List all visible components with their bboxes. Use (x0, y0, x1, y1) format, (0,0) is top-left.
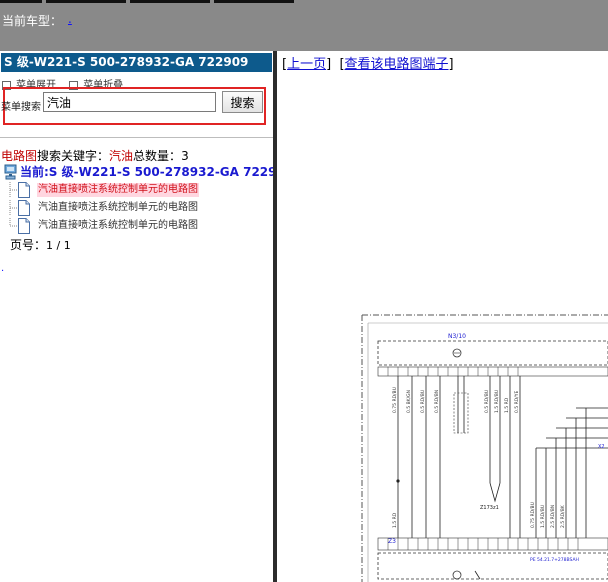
wire-code: 0.5 BK/GN (406, 390, 412, 413)
document-icon (18, 182, 30, 198)
current-model-label: 当前车型： (2, 14, 63, 28)
tree-root-label: 当前:S 级-W221-S 500-278932-GA 722909 (20, 165, 273, 179)
result-count-label: 总数量： (133, 149, 182, 163)
wire-group (397, 376, 608, 538)
wire-code: 0.5 RD/BU (484, 390, 490, 413)
result-category: 电路图 (1, 149, 38, 163)
wire-code: 0.5 RD/BU (420, 390, 426, 413)
result-keyword-label: 搜索关键字： (37, 149, 110, 163)
wire-code: 2.5 RD/BK (560, 504, 566, 528)
computer-icon (4, 164, 19, 180)
n3-label: N3/10 (448, 333, 466, 340)
tree-connector-icon (9, 218, 17, 227)
splice-point (396, 479, 400, 483)
wire-code: 0.75 RD/BU (530, 502, 536, 528)
pager: 页号：1 / 1 (10, 236, 71, 253)
top-banner: 当前车型： . (0, 0, 608, 51)
connector-strip-top (377, 366, 608, 377)
top-strip (214, 0, 294, 3)
top-strip (46, 0, 126, 3)
tree-item-label: 汽油直接喷注系统控制单元的电路图 (37, 183, 199, 197)
module-box-top (377, 340, 608, 366)
wire-code: 1.5 RD (504, 397, 510, 413)
wire-code: 1.5 RD/BU (540, 505, 546, 528)
pager-label: 页号： (10, 238, 47, 252)
module-box-bottom (377, 552, 608, 580)
result-keyword: 汽油 (109, 149, 134, 163)
wire-code: 2.5 RD/BN (550, 505, 556, 528)
diagram-nav: [上一页] [查看该电路图端子] (282, 57, 454, 72)
wire-code: 0.75 RD/BU (392, 387, 398, 413)
ground-symbol (452, 570, 462, 580)
wire-code: 1.5 RD (392, 512, 398, 528)
search-button[interactable]: 搜索 (222, 91, 263, 113)
junction (489, 482, 501, 503)
z173-label: Z173z1 (480, 505, 499, 511)
tree-root-current[interactable]: 当前:S 级-W221-S 500-278932-GA 722909 (4, 164, 273, 180)
view-terminal-link[interactable]: 查看该电路图端子 (345, 57, 449, 72)
left-menu-pane: S 级-W221-S 500-278932-GA 722909 菜单展开 菜单折… (0, 51, 273, 582)
prev-page-link[interactable]: 上一页 (287, 57, 326, 72)
current-model-link[interactable]: . (68, 12, 72, 26)
wire-code: 1.5 RD/BU (494, 390, 500, 413)
wiring-diagram[interactable]: N3/10 0.75 RD/BU 0.5 BK/GN 0.5 RD/BU 0.5… (360, 313, 608, 582)
document-icon (18, 200, 30, 216)
connector-strip-bottom (377, 537, 608, 551)
pager-value[interactable]: 1 / 1 (46, 239, 71, 252)
tree-item-label: 汽油直接喷注系统控制单元的电路图 (38, 220, 198, 231)
bottom-part-label: PE 54.21.7+278BSAH (530, 557, 579, 563)
document-icon (18, 218, 30, 234)
result-count: 3 (181, 149, 189, 163)
search-label: 菜单搜索 (1, 102, 41, 113)
search-input[interactable] (43, 92, 216, 112)
wire-code: 0.5 RD/YE (514, 391, 520, 413)
vehicle-title-bar: S 级-W221-S 500-278932-GA 722909 (1, 53, 272, 72)
stray-link[interactable]: . (1, 263, 4, 274)
tree-connector-icon (9, 182, 17, 198)
sub-box (453, 392, 469, 434)
top-strip (0, 0, 42, 3)
tree-item-label: 汽油直接喷注系统控制单元的电路图 (38, 202, 198, 213)
z3-label: Z3 (388, 538, 396, 545)
tree-connector-icon (9, 200, 17, 216)
tree-item[interactable]: 汽油直接喷注系统控制单元的电路图 (4, 218, 264, 234)
diagram-pane: [上一页] [查看该电路图端子] N3/10 0.75 RD/BU 0.5 BK… (277, 51, 608, 582)
divider (0, 137, 273, 138)
tree-item[interactable]: 汽油直接喷注系统控制单元的电路图 (4, 182, 264, 198)
tree-item[interactable]: 汽油直接喷注系统控制单元的电路图 (4, 200, 264, 216)
top-strip (130, 0, 210, 3)
wire-code: 0.5 RD/BN (434, 390, 440, 413)
search-result-summary: 电路图搜索关键字：汽油总数量：3 (1, 147, 189, 164)
x2-label: X2 (598, 444, 605, 450)
